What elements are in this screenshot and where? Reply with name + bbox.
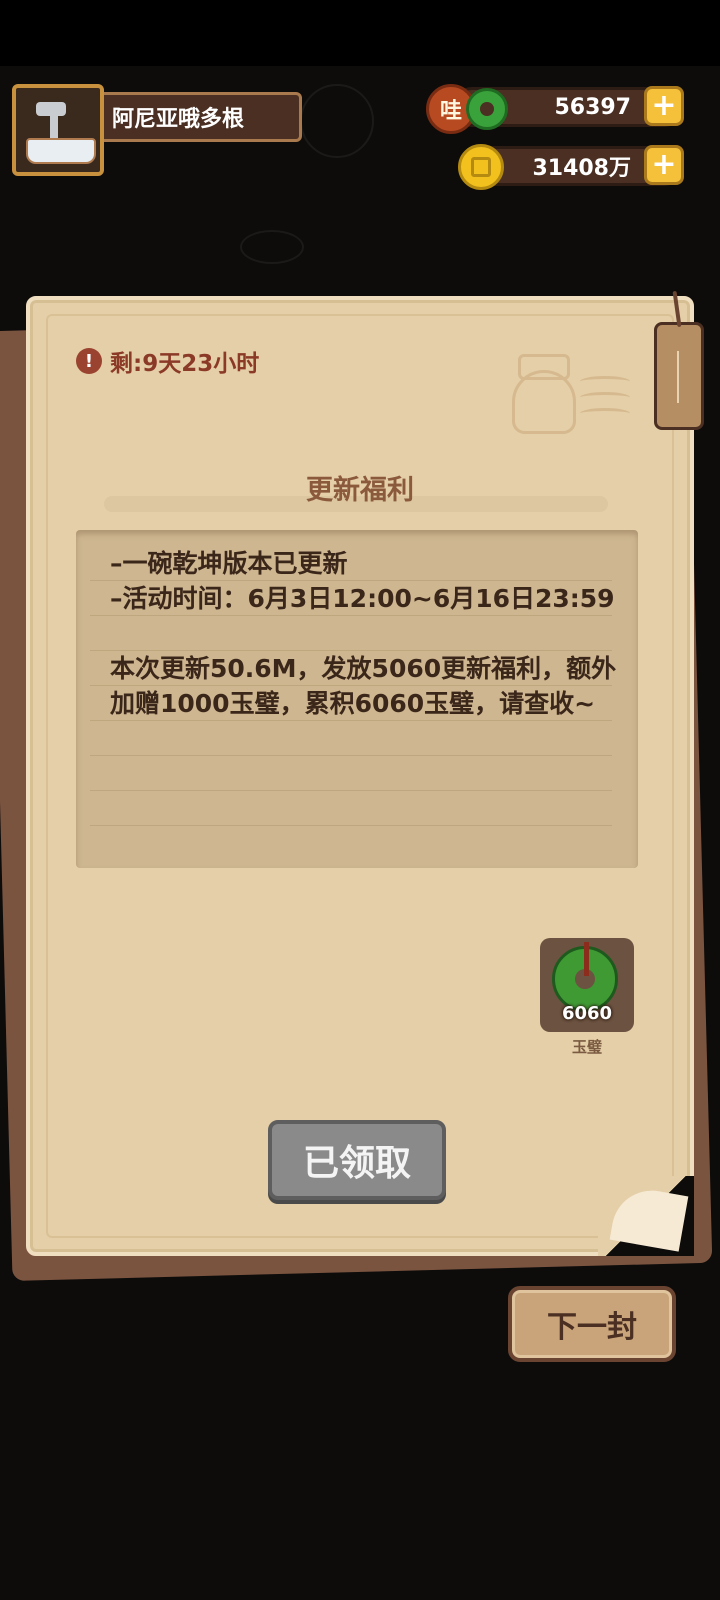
plus-icon: + bbox=[651, 88, 677, 123]
bookmark-tag-icon bbox=[654, 322, 704, 430]
expiry-timer: ! 剩:9天23小时 bbox=[76, 344, 259, 378]
letter-title: 更新福利 bbox=[306, 475, 414, 506]
background-doodle bbox=[300, 84, 374, 158]
bathtub-icon bbox=[26, 138, 96, 164]
reward-count: 6060 bbox=[561, 1003, 613, 1024]
alert-icon: ! bbox=[76, 348, 102, 374]
page-curl bbox=[598, 1176, 694, 1256]
faucet-pipe bbox=[50, 114, 58, 138]
timer-text: 剩:9天23小时 bbox=[110, 351, 260, 377]
coin-icon bbox=[458, 144, 504, 190]
letter-body-text: –一碗乾坤版本已更新 –活动时间：6月3日12:00~6月16日23:59 本次… bbox=[110, 549, 617, 718]
jade-disc-icon bbox=[466, 88, 508, 130]
claimed-button[interactable]: 已领取 bbox=[268, 1120, 446, 1200]
player-avatar[interactable] bbox=[12, 84, 104, 176]
background-doodle bbox=[240, 230, 304, 264]
status-bar bbox=[0, 0, 720, 66]
jade-string bbox=[584, 942, 589, 976]
reward-item[interactable]: 6060 bbox=[540, 938, 634, 1032]
letter-content: –一碗乾坤版本已更新 –活动时间：6月3日12:00~6月16日23:59 本次… bbox=[76, 530, 638, 868]
duck-stamp-icon bbox=[504, 352, 634, 434]
reward-name: 玉璧 bbox=[571, 1038, 602, 1056]
next-letter-button[interactable]: 下一封 bbox=[508, 1286, 676, 1362]
player-name: 阿尼亚哦多根 bbox=[104, 92, 302, 142]
plus-icon: + bbox=[651, 147, 677, 182]
mail-letter: ! 剩:9天23小时 更新福利 –一碗乾坤版本已更新 –活动时间：6月3日12:… bbox=[26, 296, 704, 1256]
add-jade-button[interactable]: + bbox=[644, 86, 684, 126]
add-coin-button[interactable]: + bbox=[644, 145, 684, 185]
